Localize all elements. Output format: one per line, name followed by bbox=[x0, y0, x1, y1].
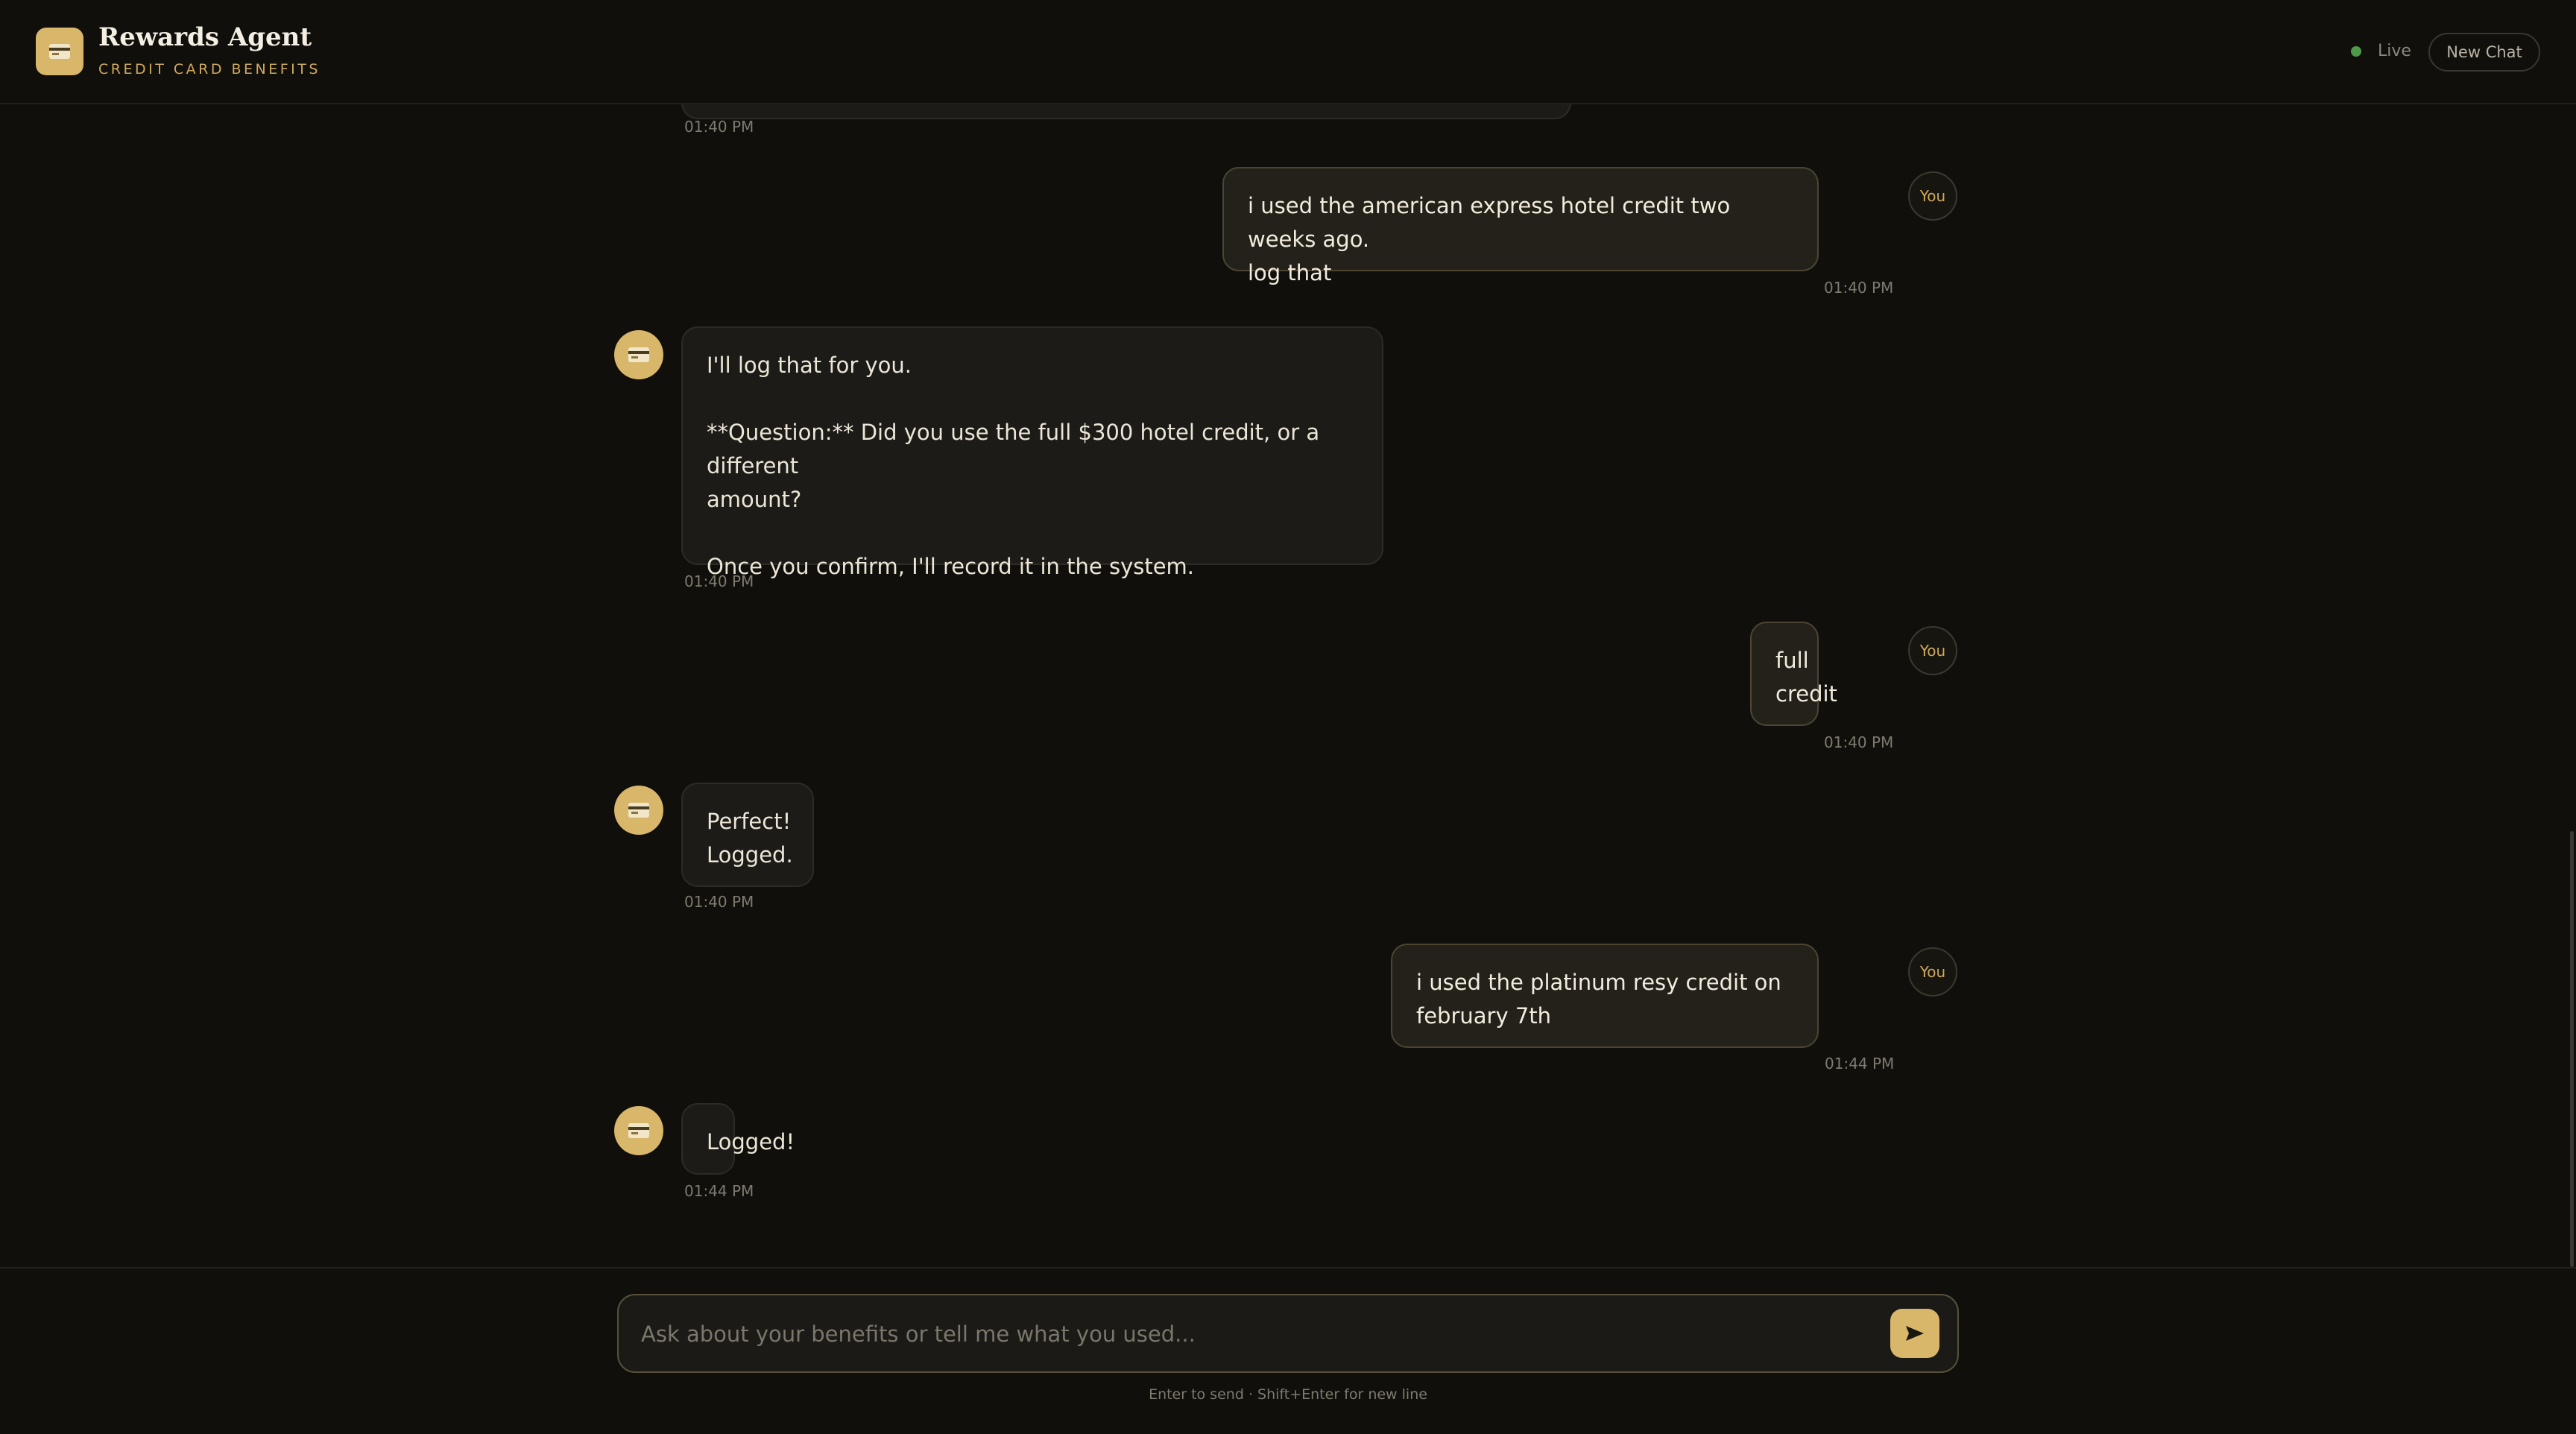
credit-card-icon bbox=[628, 1123, 649, 1138]
app-subtitle: CREDIT CARD BENEFITS bbox=[98, 61, 321, 78]
message-timestamp: 01:40 PM bbox=[1824, 733, 1894, 751]
message-timestamp: 01:44 PM bbox=[684, 1182, 754, 1200]
agent-avatar bbox=[614, 1106, 663, 1155]
chat-transcript[interactable]: 01:40 PM i used the american express hot… bbox=[0, 89, 2576, 1267]
composer-hint: Enter to send · Shift+Enter for new line bbox=[1149, 1386, 1427, 1403]
app-title: Rewards Agent bbox=[98, 22, 312, 52]
message-timestamp: 01:44 PM bbox=[1825, 1055, 1895, 1073]
send-button[interactable] bbox=[1890, 1309, 1939, 1358]
user-message-bubble: i used the platinum resy credit on febru… bbox=[1391, 944, 1819, 1048]
user-avatar: You bbox=[1908, 626, 1957, 675]
app-logo bbox=[36, 28, 83, 75]
message-input-box bbox=[617, 1294, 1959, 1373]
user-avatar: You bbox=[1908, 947, 1957, 996]
credit-card-icon bbox=[49, 44, 70, 59]
message-timestamp: 01:40 PM bbox=[684, 118, 754, 136]
agent-message-bubble: I'll log that for you. **Question:** Did… bbox=[681, 326, 1383, 579]
user-message-bubble: i used the american express hotel credit… bbox=[1222, 167, 1819, 285]
credit-card-icon bbox=[628, 347, 649, 362]
composer: Enter to send · Shift+Enter for new line bbox=[0, 1267, 2576, 1434]
credit-card-icon bbox=[628, 803, 649, 818]
message-timestamp: 01:40 PM bbox=[684, 572, 754, 590]
live-status-dot-icon bbox=[2351, 46, 2361, 57]
user-message-bubble: full credit bbox=[1750, 622, 1837, 726]
message-timestamp: 01:40 PM bbox=[684, 893, 754, 911]
agent-avatar bbox=[614, 330, 663, 379]
new-chat-button[interactable]: New Chat bbox=[2428, 33, 2540, 72]
user-avatar: You bbox=[1908, 171, 1957, 221]
send-icon bbox=[1906, 1326, 1924, 1341]
app-header: Rewards Agent CREDIT CARD BENEFITS Live … bbox=[0, 0, 2576, 104]
chat-scrollbar[interactable] bbox=[2570, 831, 2574, 1267]
agent-avatar bbox=[614, 786, 663, 835]
agent-message-bubble: Perfect! Logged. bbox=[681, 783, 814, 887]
message-input[interactable] bbox=[640, 1313, 1832, 1355]
live-status-label: Live bbox=[2378, 42, 2411, 60]
message-timestamp: 01:40 PM bbox=[1824, 279, 1894, 297]
agent-message-bubble: Logged! bbox=[681, 1103, 795, 1175]
